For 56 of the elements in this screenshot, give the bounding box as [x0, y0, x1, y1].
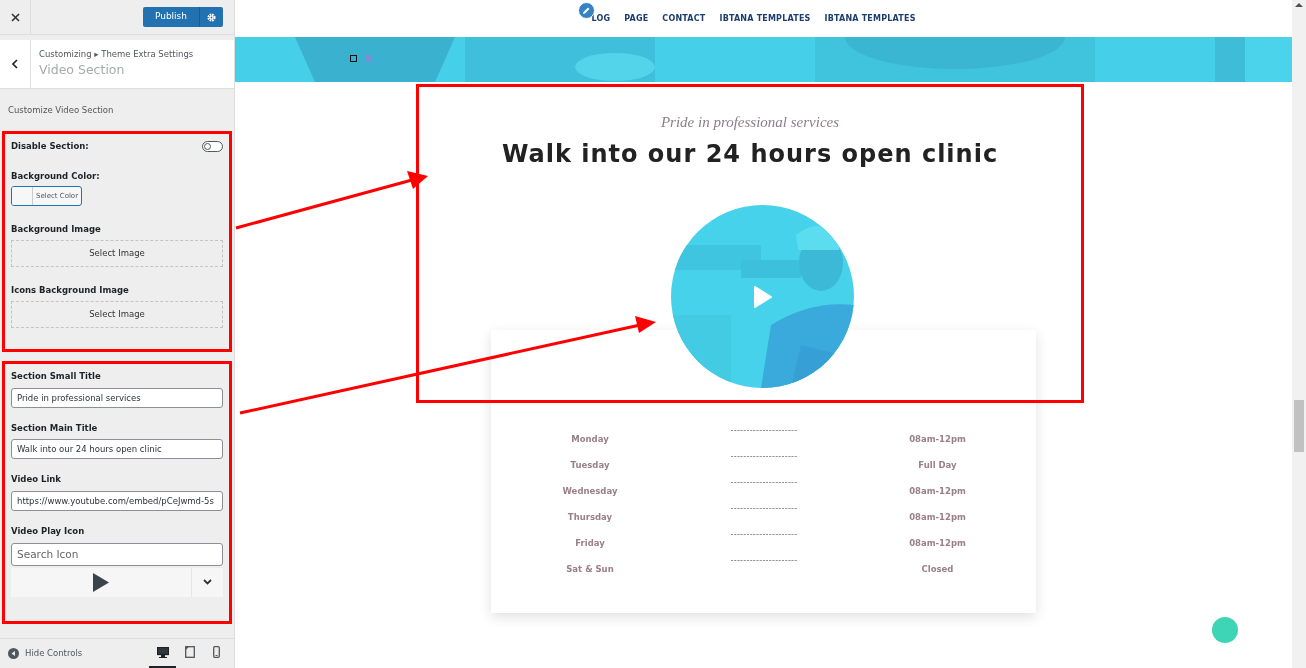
day-label: Friday: [574, 537, 606, 550]
control-label: Disable Section:: [11, 139, 89, 153]
breadcrumb: Customizing ▸ Theme Extra Settings: [39, 48, 194, 61]
dash-separator: ---------------------: [729, 453, 799, 461]
hours-text: Full Day: [917, 459, 958, 472]
control-label: Background Image: [11, 223, 102, 236]
hours-text: 08am-12pm: [908, 511, 967, 524]
close-icon: [10, 12, 20, 22]
text-field[interactable]: https://www.youtube.com/embed/pCeJwmd-5s: [11, 491, 223, 511]
day-label: Wednesday: [561, 485, 619, 498]
day-label: Sat & Sun: [565, 563, 615, 576]
dash-separator: ---------------------: [729, 479, 799, 487]
day-label: Tuesday: [569, 459, 611, 472]
text-field[interactable]: Walk into our 24 hours open clinic: [11, 439, 223, 460]
nav-link[interactable]: IBTANA TEMPLATES: [719, 12, 811, 25]
mobile-icon: [213, 646, 220, 658]
dash-separator: ---------------------: [729, 505, 799, 513]
section-description: Customize Video Section: [7, 104, 115, 117]
control-label: Section Main Title: [11, 421, 99, 435]
control-label: Video Link: [11, 473, 63, 486]
hours-text: 08am-12pm: [908, 537, 967, 550]
hours-text: Closed: [920, 563, 955, 576]
hours-text: 08am-12pm: [908, 433, 967, 446]
nav-link[interactable]: LOG: [591, 12, 611, 25]
publish-button[interactable]: Publish: [142, 7, 199, 27]
control-label: Section Small Title: [11, 369, 102, 383]
dash-separator: ---------------------: [729, 531, 799, 539]
collapse-icon: [8, 648, 19, 659]
toggle-switch[interactable]: [202, 140, 223, 152]
chevron-down-icon: [203, 579, 212, 586]
desktop-icon: [156, 646, 169, 658]
control-label: Icons Background Image: [11, 284, 130, 297]
nav-link[interactable]: IBTANA TEMPLATES: [824, 12, 916, 25]
hours-text: 08am-12pm: [908, 485, 967, 498]
nav-link[interactable]: CONTACT: [662, 12, 706, 25]
control-label: Video Play Icon: [11, 525, 86, 538]
select-image-button[interactable]: Select Image: [11, 300, 223, 328]
day-label: Monday: [570, 433, 610, 446]
play-icon: [93, 572, 109, 592]
section-subtitle: Pride in professional services: [660, 113, 840, 132]
back-icon: [12, 59, 18, 69]
settings-icon: [207, 12, 216, 22]
tablet-icon: [184, 646, 195, 658]
nav-link[interactable]: PAGE: [624, 12, 649, 25]
search-field[interactable]: Search Icon: [11, 542, 223, 566]
control-label: Background Color:: [11, 169, 101, 183]
text-field[interactable]: Pride in professional services: [11, 387, 223, 408]
settings-button[interactable]: [199, 7, 223, 27]
day-label: Thursday: [566, 511, 614, 524]
dash-separator: ---------------------: [729, 427, 799, 435]
section-title: Walk into our 24 hours open clinic: [501, 138, 999, 170]
section-title: Video Section: [39, 61, 126, 79]
hide-controls-button[interactable]: Hide Controls: [8, 647, 83, 660]
select-image-button[interactable]: Select Image: [11, 240, 223, 267]
scrollbar-thumb[interactable]: [1294, 400, 1304, 452]
dash-separator: ---------------------: [729, 557, 799, 565]
